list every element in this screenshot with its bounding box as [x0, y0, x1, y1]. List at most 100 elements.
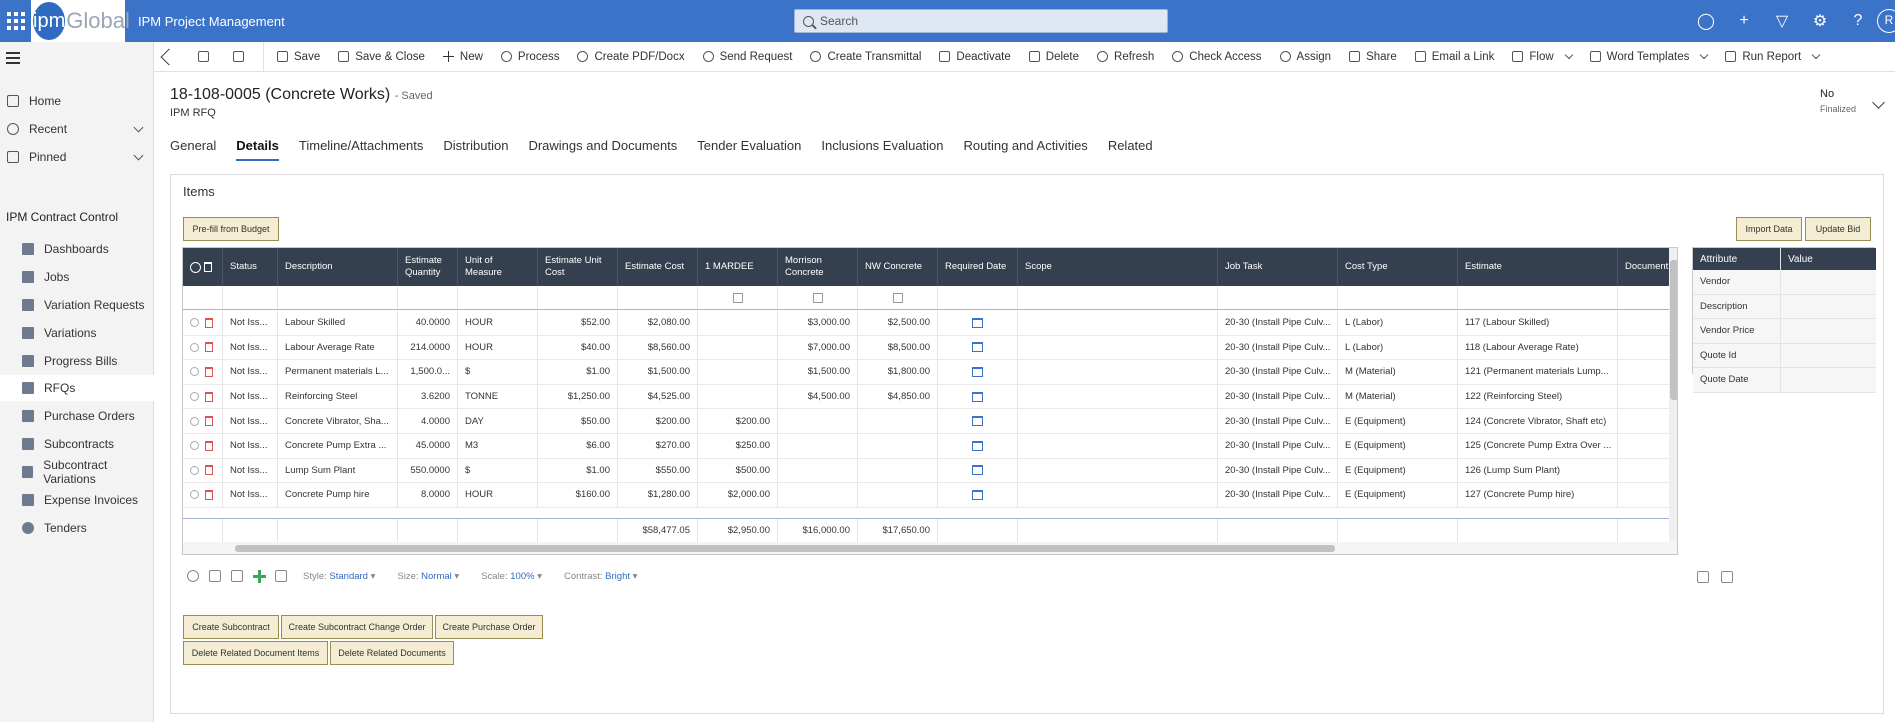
col-scope[interactable]: Scope	[1018, 248, 1218, 286]
cell-cost-type[interactable]: E (Equipment)	[1338, 483, 1458, 507]
cell-description[interactable]: Reinforcing Steel	[278, 384, 398, 409]
table-row[interactable]: Not Iss... Lump Sum Plant 550.0000 $ $1.00 $5…	[183, 458, 1677, 484]
col-estimate-quantity[interactable]: Estimate Quantity	[398, 248, 458, 286]
table-row[interactable]: Not Iss... Labour Skilled 40.0000 HOUR $52.0…	[183, 311, 1677, 336]
cell-est-cost[interactable]: $270.00	[618, 434, 698, 458]
cell-unit-cost[interactable]: $6.00	[538, 434, 618, 458]
sidebar-item-expense-invoices[interactable]: Expense Invoices	[0, 487, 154, 513]
cell-est-cost[interactable]: $1,280.00	[618, 483, 698, 507]
cell-status[interactable]: Not Iss...	[223, 335, 278, 360]
trash-icon[interactable]	[205, 440, 213, 451]
check-access-button[interactable]: Check Access	[1163, 42, 1270, 72]
cell-status[interactable]: Not Iss...	[223, 384, 278, 409]
contrast-option[interactable]: Contrast: Bright ▾	[564, 571, 637, 582]
table-row[interactable]: Not Iss... Permanent materials L... 1,500.…	[183, 360, 1677, 385]
col-unit-of-measure[interactable]: Unit of Measure	[458, 248, 538, 286]
sidebar-item-purchase-orders[interactable]: Purchase Orders	[0, 403, 154, 429]
chevron-down-icon[interactable]	[1872, 96, 1885, 109]
tab-inclusions-evaluation[interactable]: Inclusions Evaluation	[821, 135, 943, 161]
cell-scope[interactable]	[1018, 409, 1218, 433]
create-subcontract-button[interactable]: Create Subcontract	[183, 615, 279, 639]
tab-drawings[interactable]: Drawings and Documents	[528, 135, 677, 161]
row-select-radio[interactable]	[190, 318, 199, 328]
import-data-button[interactable]: Import Data	[1736, 217, 1802, 241]
cell-qty[interactable]: 4.0000	[398, 409, 458, 433]
cell-nw[interactable]: $1,800.00	[858, 360, 938, 384]
mardee-select-checkbox[interactable]	[732, 292, 743, 303]
cell-mardee[interactable]: $200.00	[698, 409, 778, 433]
create-purchase-order-button[interactable]: Create Purchase Order	[435, 615, 543, 639]
cell-scope[interactable]	[1018, 483, 1218, 507]
vertical-scrollbar[interactable]	[1669, 248, 1677, 542]
sidebar-item-recent[interactable]: Recent	[0, 116, 154, 142]
app-launcher-icon[interactable]	[4, 9, 28, 33]
col-status[interactable]: Status	[223, 248, 278, 286]
cell-est-cost[interactable]: $8,560.00	[618, 335, 698, 360]
cell-cost-type[interactable]: L (Labor)	[1338, 335, 1458, 360]
sidebar-item-tenders[interactable]: Tenders	[0, 515, 154, 541]
trash-icon[interactable]	[205, 416, 213, 427]
sidebar-item-home[interactable]: Home	[0, 88, 154, 114]
col-mardee[interactable]: 1 MARDEE	[698, 248, 778, 286]
assign-button[interactable]: Assign	[1271, 42, 1341, 72]
cell-nw[interactable]: $8,500.00	[858, 335, 938, 360]
gear-icon[interactable]: ⚙	[1801, 11, 1839, 31]
sidebar-item-variations[interactable]: Variations	[0, 320, 154, 346]
cell-morrison[interactable]	[778, 483, 858, 507]
print-icon[interactable]	[1697, 571, 1709, 583]
back-arrow-icon[interactable]	[160, 48, 178, 65]
prefill-button[interactable]: Pre-fill from Budget	[183, 217, 279, 241]
update-bid-button[interactable]: Update Bid	[1805, 217, 1871, 241]
cell-qty[interactable]: 550.0000	[398, 458, 458, 483]
add-row-icon[interactable]	[253, 570, 266, 583]
row-select-radio[interactable]	[190, 416, 199, 426]
cell-nw[interactable]: $2,500.00	[858, 311, 938, 335]
row-select-cell[interactable]	[183, 458, 223, 483]
excel-icon[interactable]	[1721, 571, 1733, 583]
cell-job-task[interactable]: 20-30 (Install Pipe Culv...	[1218, 409, 1338, 433]
cell-description[interactable]: Concrete Vibrator, Sha...	[278, 409, 398, 433]
create-change-order-button[interactable]: Create Subcontract Change Order	[281, 615, 433, 639]
attribute-value[interactable]	[1781, 344, 1876, 368]
cell-unit-cost[interactable]: $50.00	[538, 409, 618, 433]
cell-nw[interactable]	[858, 434, 938, 458]
cell-qty[interactable]: 8.0000	[398, 483, 458, 507]
row-select-cell[interactable]	[183, 335, 223, 360]
cell-mardee[interactable]: $250.00	[698, 434, 778, 458]
attribute-value[interactable]	[1781, 270, 1876, 294]
required-date-cell[interactable]	[938, 458, 1018, 483]
row-select-cell[interactable]	[183, 360, 223, 384]
cell-status[interactable]: Not Iss...	[223, 311, 278, 335]
col-estimate-cost[interactable]: Estimate Cost	[618, 248, 698, 286]
delete-related-items-button[interactable]: Delete Related Document Items	[183, 641, 328, 665]
cell-estimate[interactable]: 117 (Labour Skilled)	[1458, 311, 1618, 335]
col-required-date[interactable]: Required Date	[938, 248, 1018, 286]
cell-nw[interactable]	[858, 483, 938, 507]
sidebar-item-pinned[interactable]: Pinned	[0, 144, 154, 170]
cell-morrison[interactable]: $3,000.00	[778, 311, 858, 335]
email-link-button[interactable]: Email a Link	[1406, 42, 1504, 72]
cell-mardee[interactable]	[698, 384, 778, 409]
row-select-radio[interactable]	[190, 342, 199, 352]
cell-job-task[interactable]: 20-30 (Install Pipe Culv...	[1218, 335, 1338, 360]
table-row[interactable]: Not Iss... Labour Average Rate 214.0000 HOU…	[183, 335, 1677, 361]
cell-status[interactable]: Not Iss...	[223, 483, 278, 507]
sidebar-item-jobs[interactable]: Jobs	[0, 264, 154, 290]
cell-job-task[interactable]: 20-30 (Install Pipe Culv...	[1218, 458, 1338, 483]
trash-icon[interactable]	[205, 489, 213, 500]
sidebar-item-subcontracts[interactable]: Subcontracts	[0, 431, 154, 457]
cell-mardee[interactable]: $2,000.00	[698, 483, 778, 507]
cell-scope[interactable]	[1018, 311, 1218, 335]
horizontal-scrollbar[interactable]	[183, 542, 1677, 554]
cell-est-cost[interactable]: $2,080.00	[618, 311, 698, 335]
run-report-button[interactable]: Run Report	[1716, 42, 1828, 72]
columns-icon[interactable]	[275, 570, 287, 582]
tab-general[interactable]: General	[170, 135, 216, 161]
cell-cost-type[interactable]: E (Equipment)	[1338, 458, 1458, 483]
select-all-icon[interactable]	[190, 261, 201, 273]
chevron-down-icon[interactable]	[133, 122, 144, 133]
row-select-radio[interactable]	[190, 392, 199, 402]
cell-uom[interactable]: M3	[458, 434, 538, 458]
cell-job-task[interactable]: 20-30 (Install Pipe Culv...	[1218, 384, 1338, 409]
chevron-down-icon[interactable]	[133, 150, 144, 161]
